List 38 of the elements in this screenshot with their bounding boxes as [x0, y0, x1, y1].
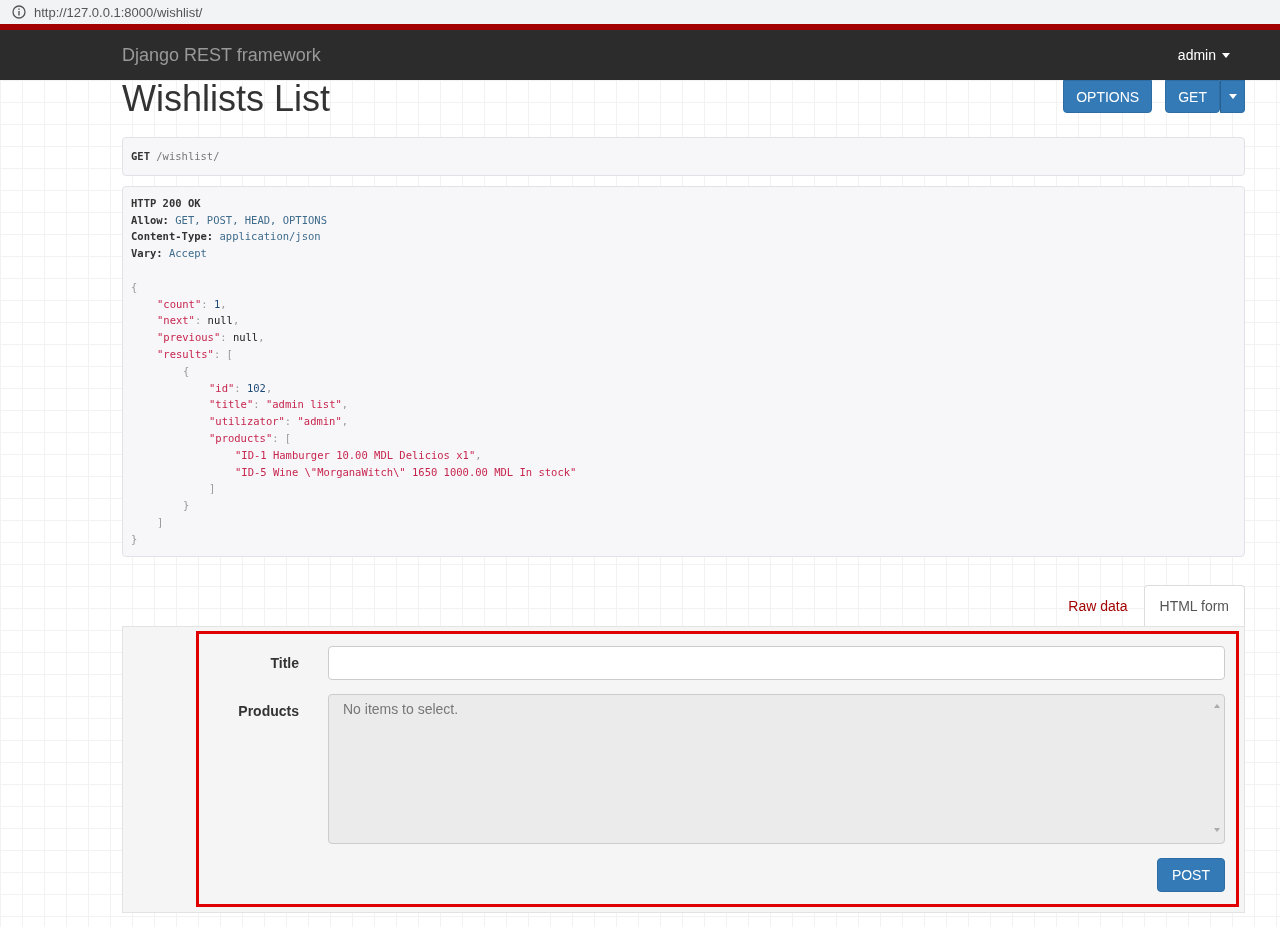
user-menu[interactable]: admin	[1177, 47, 1230, 63]
info-icon	[12, 5, 26, 19]
json-line: "utilizator": "admin",	[208, 414, 350, 430]
json-line: "results": [	[156, 346, 234, 362]
post-button[interactable]: POST	[1156, 857, 1225, 892]
caret-icon	[1222, 52, 1230, 58]
json-line: ]	[156, 514, 165, 530]
request-line: GET /wishlist/	[131, 149, 221, 164]
json-line: "count": 1,	[156, 296, 228, 312]
json-line: "previous": null,	[156, 330, 266, 346]
get-button[interactable]: GET	[1165, 80, 1220, 113]
dropdown-toggle[interactable]	[1220, 80, 1245, 113]
json-line: "next": null,	[156, 313, 241, 329]
field-label: Products	[237, 701, 299, 719]
json-line: {	[131, 279, 139, 295]
status-line: HTTP 200 OK	[131, 195, 202, 211]
json-line: "title": "admin list",	[208, 397, 350, 413]
url-text[interactable]: http://127.0.0.1:8000/wishlist/	[34, 4, 203, 20]
header-line: Allow: GET, POST, HEAD, OPTIONS	[131, 212, 328, 228]
caret-icon	[1228, 94, 1237, 99]
title-input[interactable]	[328, 645, 1225, 680]
json-line: {	[182, 363, 191, 379]
json-line: "id": 102,	[208, 380, 274, 396]
page-title: Wishlists List	[122, 80, 331, 118]
field-label: Title	[269, 653, 299, 671]
json-line: }	[131, 531, 139, 547]
brand-link[interactable]: Django REST framework	[122, 44, 321, 66]
header-line: Content-Type: application/json	[131, 229, 322, 245]
form-tab[interactable]: HTML form	[1143, 584, 1245, 626]
header-line: Vary: Accept	[131, 246, 208, 262]
products-select[interactable]: No items to select.	[328, 693, 1225, 844]
json-line: "products": [	[208, 430, 293, 446]
options-button[interactable]: OPTIONS	[1063, 80, 1153, 113]
json-line: "ID-5 Wine \"MorganaWitch\" 1650 1000.00 MDL In stock"	[234, 464, 578, 480]
form-tab[interactable]: Raw data	[1052, 584, 1144, 626]
json-line: "ID-1 Hamburger 10.00 MDL Delicios x1",	[234, 447, 483, 463]
json-line: }	[182, 498, 191, 514]
json-line: ]	[208, 481, 217, 497]
